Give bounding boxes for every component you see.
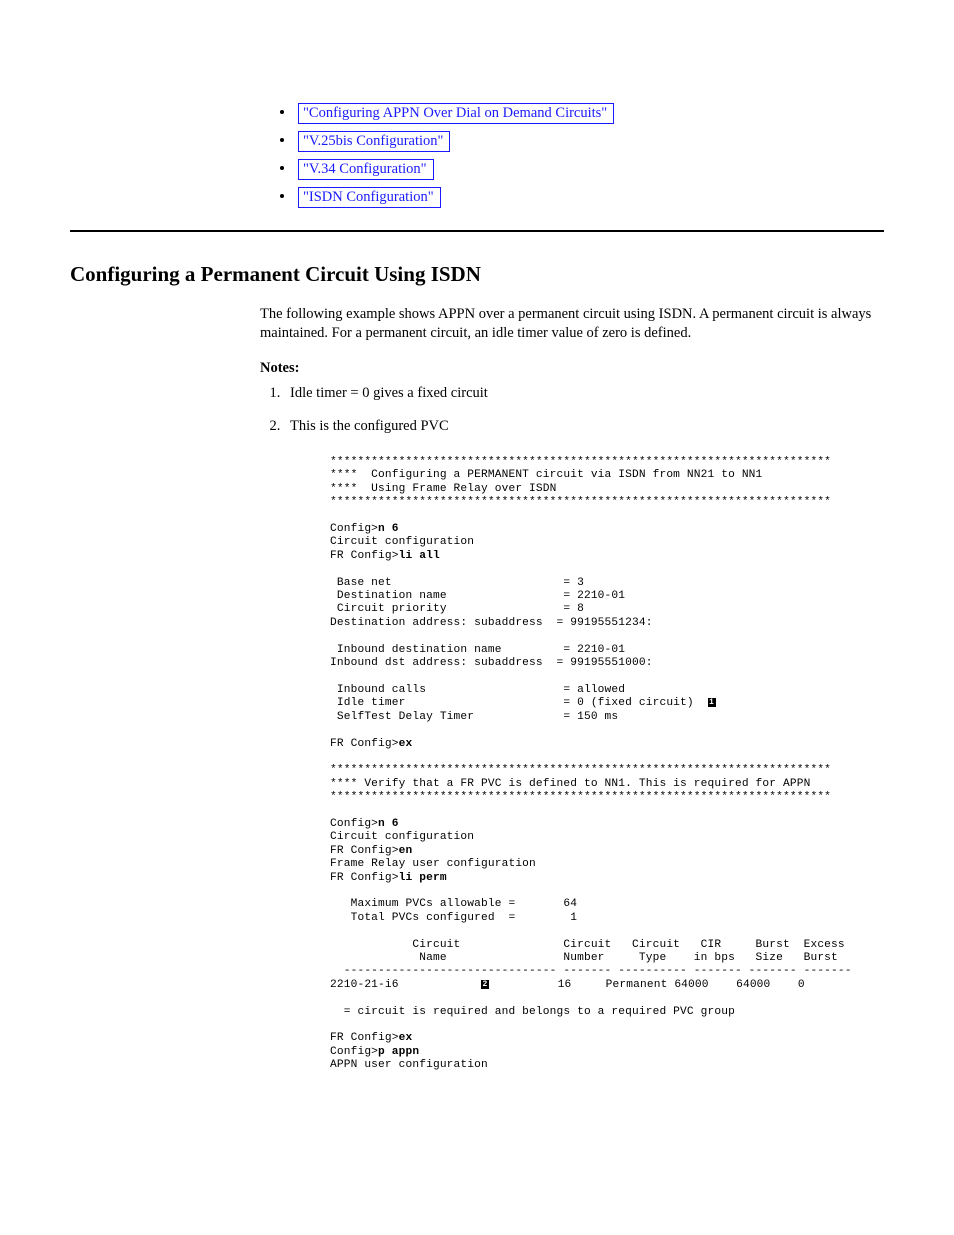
toc-item: "ISDN Configuration" <box>280 184 884 210</box>
toc-item: "V.34 Configuration" <box>280 156 884 182</box>
note-item: This is the configured PVC <box>284 417 884 436</box>
toc-link-v25bis[interactable]: "V.25bis Configuration" <box>298 131 450 152</box>
toc-item: "Configuring APPN Over Dial on Demand Ci… <box>280 100 884 126</box>
notes-list: Idle timer = 0 gives a fixed circuit Thi… <box>260 384 884 436</box>
section-heading: Configuring a Permanent Circuit Using IS… <box>70 262 884 287</box>
toc-list: "Configuring APPN Over Dial on Demand Ci… <box>260 100 884 210</box>
toc-link-isdn[interactable]: "ISDN Configuration" <box>298 187 441 208</box>
toc-link-v34[interactable]: "V.34 Configuration" <box>298 159 434 180</box>
note-item: Idle timer = 0 gives a fixed circuit <box>284 384 884 403</box>
toc-link-dial-on-demand[interactable]: "Configuring APPN Over Dial on Demand Ci… <box>298 103 614 124</box>
terminal-output: ****************************************… <box>330 456 884 1073</box>
section-divider <box>70 230 884 232</box>
intro-paragraph: The following example shows APPN over a … <box>260 305 884 343</box>
callout-1-icon: 1 <box>708 698 716 707</box>
toc-item: "V.25bis Configuration" <box>280 128 884 154</box>
notes-label: Notes: <box>260 359 884 378</box>
callout-2-icon: 2 <box>481 980 489 989</box>
